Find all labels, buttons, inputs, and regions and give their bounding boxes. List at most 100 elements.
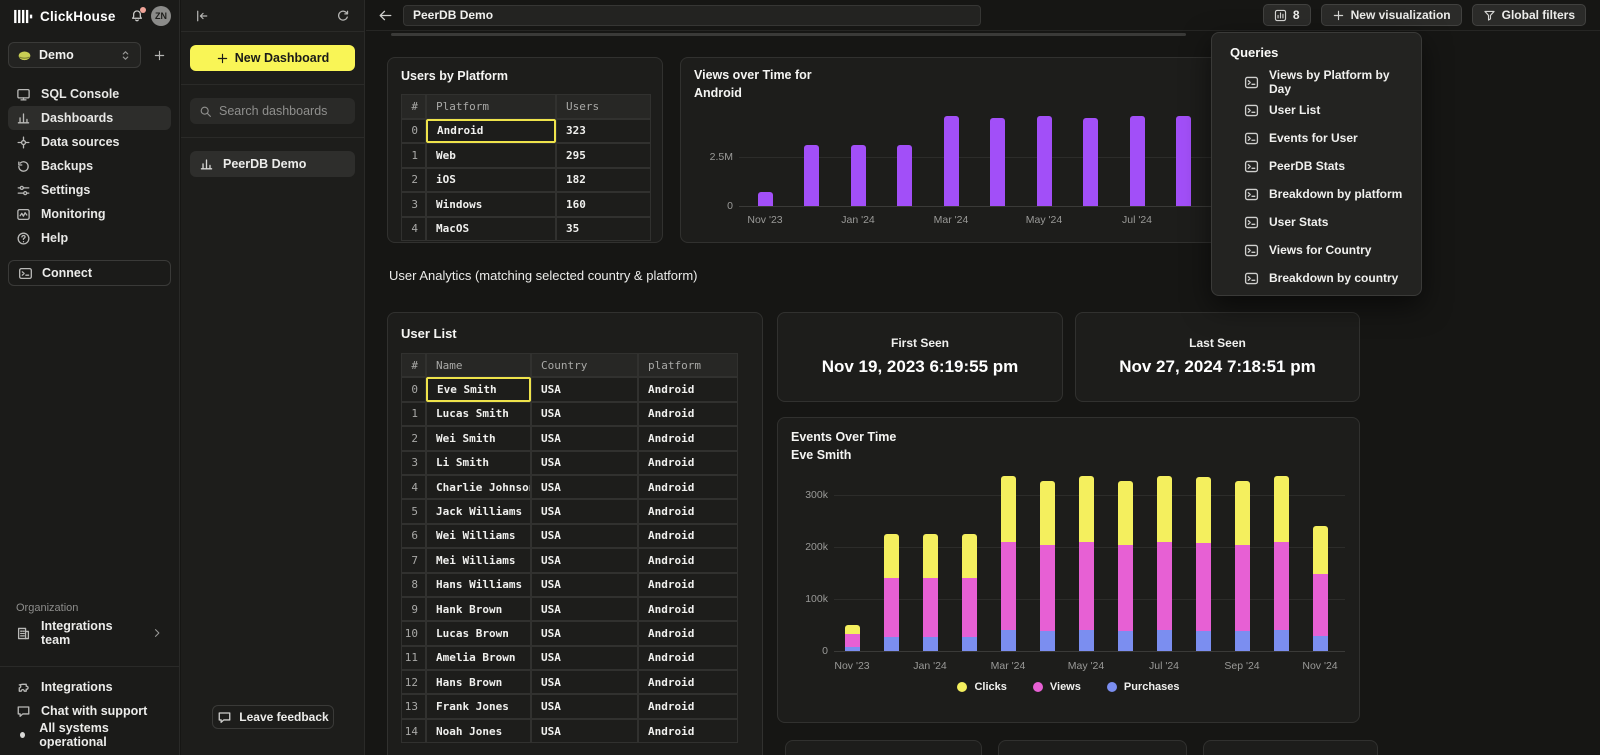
table-cell[interactable]: Jack Williams xyxy=(426,499,531,523)
table-cell[interactable]: USA xyxy=(531,694,638,718)
chart-bar-segment-clicks[interactable] xyxy=(1235,481,1250,545)
column-header[interactable]: Platform xyxy=(426,94,556,119)
table-cell[interactable]: Android xyxy=(638,499,738,523)
visualization-count-button[interactable]: 8 xyxy=(1263,4,1311,26)
sidebar-item-all-systems-operational[interactable]: All systems operational xyxy=(8,723,171,747)
chart-bar-segment-clicks[interactable] xyxy=(1079,476,1094,542)
table-cell[interactable]: Android xyxy=(638,573,738,597)
query-item-views-for-country[interactable]: Views for Country xyxy=(1212,236,1421,264)
chart-bar-segment-purchases[interactable] xyxy=(1313,636,1328,651)
chart-bar-segment-clicks[interactable] xyxy=(1118,481,1133,545)
legend-item-views[interactable]: Views xyxy=(1033,681,1081,693)
table-cell[interactable]: USA xyxy=(531,670,638,694)
connect-button[interactable]: Connect xyxy=(8,260,171,286)
table-cell[interactable]: iOS xyxy=(426,168,556,193)
table-cell[interactable]: USA xyxy=(531,402,638,426)
table-cell[interactable]: Lucas Brown xyxy=(426,621,531,645)
query-item-breakdown-by-country[interactable]: Breakdown by country xyxy=(1212,264,1421,292)
chart-bar-segment-purchases[interactable] xyxy=(1001,630,1016,651)
chart-bar-segment-purchases[interactable] xyxy=(1196,631,1211,651)
chart-bar-segment-purchases[interactable] xyxy=(845,647,860,651)
horizontal-scrollbar[interactable] xyxy=(391,33,1186,36)
chart-bar[interactable] xyxy=(851,145,866,206)
refresh-button[interactable] xyxy=(336,9,350,23)
new-visualization-button[interactable]: New visualization xyxy=(1321,4,1462,26)
chart-bar-segment-purchases[interactable] xyxy=(1118,631,1133,651)
table-cell[interactable]: Android xyxy=(638,621,738,645)
table-cell[interactable]: Android xyxy=(638,402,738,426)
legend-item-clicks[interactable]: Clicks xyxy=(957,681,1006,693)
table-cell[interactable]: Android xyxy=(638,475,738,499)
back-button[interactable] xyxy=(378,8,393,23)
query-item-user-list[interactable]: User List xyxy=(1212,96,1421,124)
table-cell[interactable]: Android xyxy=(638,524,738,548)
collapse-panel-button[interactable] xyxy=(195,9,209,23)
sidebar-item-integrations-team[interactable]: Integrations team xyxy=(8,621,171,645)
table-cell[interactable]: Android xyxy=(638,426,738,450)
chart-bar-segment-purchases[interactable] xyxy=(1040,631,1055,651)
chart-bar-segment-purchases[interactable] xyxy=(1274,630,1289,651)
table-cell[interactable]: Wei Williams xyxy=(426,524,531,548)
column-header[interactable]: Name xyxy=(426,353,531,377)
table-cell[interactable]: Hans Williams xyxy=(426,573,531,597)
chart-bar[interactable] xyxy=(1130,116,1145,206)
avatar[interactable]: ZN xyxy=(151,6,171,26)
column-header[interactable]: Country xyxy=(531,353,638,377)
chart-bar-segment-views[interactable] xyxy=(845,634,860,647)
chart-bar-segment-views[interactable] xyxy=(1235,545,1250,631)
dashboard-title-input[interactable] xyxy=(403,5,981,26)
sidebar-item-integrations[interactable]: Integrations xyxy=(8,675,171,699)
table-cell[interactable]: Android xyxy=(638,719,738,743)
chart-bar-segment-views[interactable] xyxy=(1001,542,1016,630)
chart-bar-segment-purchases[interactable] xyxy=(1235,631,1250,651)
table-cell[interactable]: USA xyxy=(531,426,638,450)
table-cell[interactable]: 323 xyxy=(556,119,651,144)
column-header[interactable]: platform xyxy=(638,353,738,377)
table-cell[interactable]: Windows xyxy=(426,192,556,217)
table-cell[interactable]: Wei Smith xyxy=(426,426,531,450)
chart-bar-segment-clicks[interactable] xyxy=(1040,481,1055,545)
table-cell[interactable]: USA xyxy=(531,646,638,670)
table-cell[interactable]: MacOS xyxy=(426,217,556,242)
query-item-peerdb-stats[interactable]: PeerDB Stats xyxy=(1212,152,1421,180)
chart-bar-segment-clicks[interactable] xyxy=(962,534,977,578)
chart-bar[interactable] xyxy=(1037,116,1052,206)
notifications-button[interactable] xyxy=(130,9,144,23)
chart-bar[interactable] xyxy=(944,116,959,206)
table-cell[interactable]: Mei Williams xyxy=(426,548,531,572)
column-header[interactable]: Users xyxy=(556,94,651,119)
chart-bar-segment-purchases[interactable] xyxy=(1079,630,1094,651)
table-cell[interactable]: Android xyxy=(638,646,738,670)
table-cell[interactable]: Frank Jones xyxy=(426,694,531,718)
search-dashboards-input[interactable] xyxy=(219,104,380,118)
table-cell[interactable]: Eve Smith xyxy=(426,377,531,401)
sidebar-item-dashboards[interactable]: Dashboards xyxy=(8,106,171,130)
sidebar-item-sql-console[interactable]: SQL Console xyxy=(8,82,171,106)
chart-bar-segment-views[interactable] xyxy=(1040,545,1055,631)
add-workspace-button[interactable] xyxy=(147,43,171,67)
table-cell[interactable]: Noah Jones xyxy=(426,719,531,743)
new-dashboard-button[interactable]: New Dashboard xyxy=(190,45,355,71)
chart-bar-segment-views[interactable] xyxy=(1313,574,1328,636)
table-cell[interactable]: Android xyxy=(638,548,738,572)
chart-bar-segment-clicks[interactable] xyxy=(845,625,860,634)
chart-bar-segment-clicks[interactable] xyxy=(1157,476,1172,542)
chart-bar-segment-views[interactable] xyxy=(1157,542,1172,630)
table-cell[interactable]: Android xyxy=(426,119,556,144)
chart-bar[interactable] xyxy=(804,145,819,206)
table-cell[interactable]: Android xyxy=(638,451,738,475)
chart-bar-segment-purchases[interactable] xyxy=(1157,630,1172,651)
chart-bar[interactable] xyxy=(990,118,1005,206)
chart-bar-segment-clicks[interactable] xyxy=(1313,526,1328,574)
table-cell[interactable]: Web xyxy=(426,143,556,168)
sidebar-item-chat-with-support[interactable]: Chat with support xyxy=(8,699,171,723)
table-cell[interactable]: USA xyxy=(531,475,638,499)
sidebar-item-data-sources[interactable]: Data sources xyxy=(8,130,171,154)
table-cell[interactable]: USA xyxy=(531,597,638,621)
table-cell[interactable]: 160 xyxy=(556,192,651,217)
table-cell[interactable]: Android xyxy=(638,694,738,718)
table-cell[interactable]: Charlie Johnson xyxy=(426,475,531,499)
query-item-events-for-user[interactable]: Events for User xyxy=(1212,124,1421,152)
table-cell[interactable]: Hans Brown xyxy=(426,670,531,694)
column-header[interactable]: # xyxy=(401,94,426,119)
